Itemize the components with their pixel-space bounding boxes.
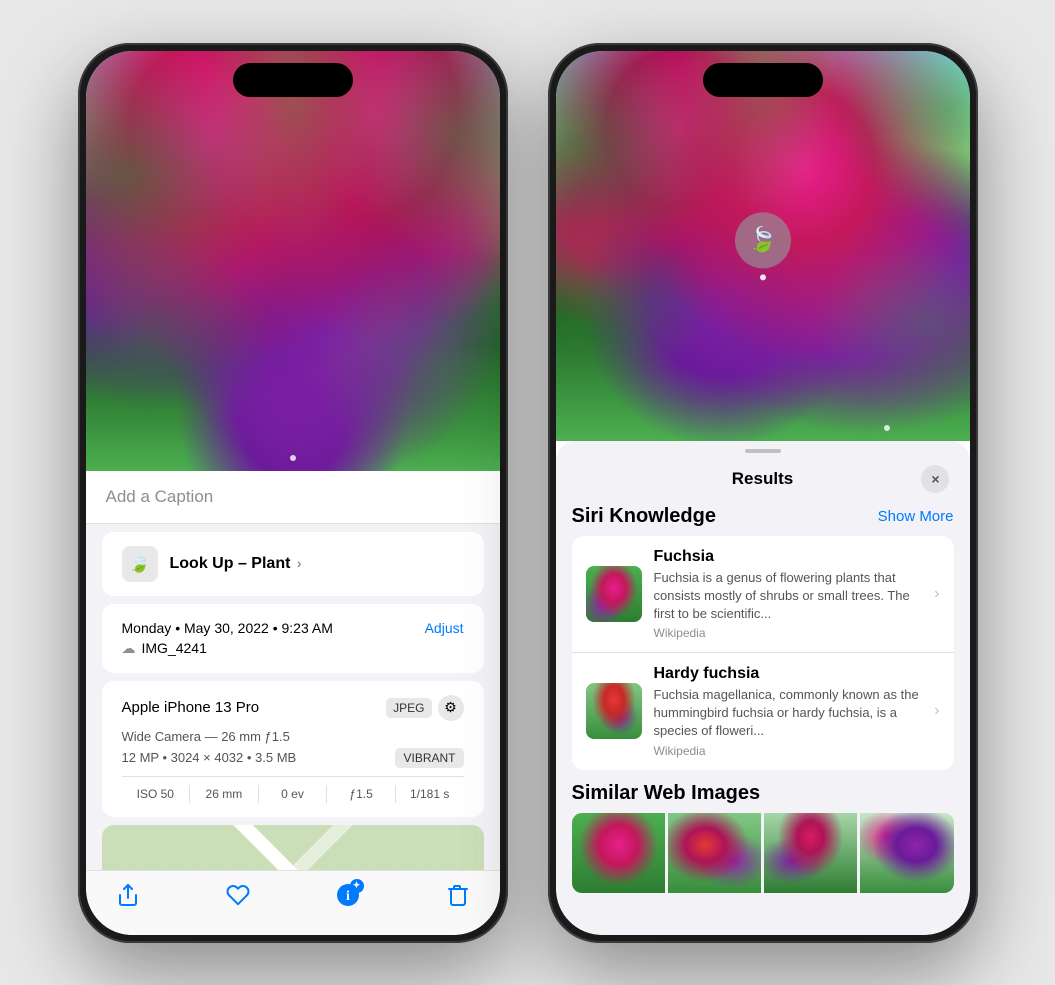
knowledge-card: Fuchsia Fuchsia is a genus of flowering …	[572, 536, 954, 770]
phone-2: 🍃 Results ×	[548, 43, 978, 943]
photo-area-2[interactable]: 🍃	[556, 51, 970, 441]
exif-ev: 0 ev	[259, 785, 328, 803]
section-header: Siri Knowledge Show More	[572, 505, 954, 528]
cloud-icon: ☁	[122, 640, 136, 657]
knowledge-item-1[interactable]: Fuchsia Fuchsia is a genus of flowering …	[572, 536, 954, 654]
filename-text: IMG_4241	[142, 640, 207, 656]
lookup-row[interactable]: 🍃 Look Up – Plant ›	[102, 532, 484, 596]
exif-iso: ISO 50	[122, 785, 191, 803]
camera-model-text: Apple iPhone 13 Pro	[122, 699, 260, 716]
exif-shutter: 1/181 s	[396, 785, 464, 803]
hardy-thumbnail	[586, 683, 642, 739]
results-header: Results ×	[556, 461, 970, 505]
caption-row[interactable]: Add a Caption	[86, 471, 500, 524]
chevron-right-icon-2: ›	[934, 702, 939, 720]
sheet-handle	[745, 449, 781, 453]
hardy-source: Wikipedia	[654, 744, 923, 758]
svg-text:i: i	[346, 889, 350, 904]
caption-placeholder[interactable]: Add a Caption	[106, 487, 214, 506]
similar-image-2[interactable]	[668, 813, 761, 893]
show-more-button[interactable]: Show More	[878, 508, 954, 525]
dynamic-island-1	[233, 63, 353, 97]
camera-detail: Wide Camera — 26 mm ƒ1.5	[122, 729, 464, 744]
hardy-title: Hardy fuchsia	[654, 665, 923, 683]
fuchsia-text: Fuchsia Fuchsia is a genus of flowering …	[654, 548, 923, 641]
fuchsia-source: Wikipedia	[654, 626, 923, 640]
page-indicator-1	[290, 455, 296, 461]
map-roads	[102, 825, 484, 870]
exif-row: ISO 50 26 mm 0 ev ƒ1.5 1/181 s	[122, 776, 464, 803]
share-button[interactable]	[116, 883, 140, 907]
similar-image-4[interactable]	[860, 813, 953, 893]
info-area: Add a Caption 🍃 Look Up – Plant ›	[86, 471, 500, 870]
dynamic-island-2	[703, 63, 823, 97]
results-title: Results	[732, 469, 793, 489]
date-text: Monday • May 30, 2022 • 9:23 AM	[122, 620, 333, 636]
leaf-icon: 🍃	[748, 225, 778, 254]
knowledge-item-2[interactable]: Hardy fuchsia Fuchsia magellanica, commo…	[572, 653, 954, 770]
fuchsia-thumbnail	[586, 566, 642, 622]
page-indicator-2	[884, 425, 890, 431]
camera-section: Apple iPhone 13 Pro JPEG ⚙ Wide Camera —…	[102, 681, 484, 817]
map-area[interactable]	[102, 825, 484, 870]
close-button[interactable]: ×	[921, 465, 949, 493]
info-badge: ✦	[350, 879, 364, 893]
similar-image-3[interactable]	[764, 813, 857, 893]
siri-dot	[760, 274, 766, 280]
exif-aperture: ƒ1.5	[327, 785, 396, 803]
chevron-right-icon-1: ›	[934, 585, 939, 603]
similar-image-1[interactable]	[572, 813, 665, 893]
toolbar: i ✦	[86, 870, 500, 935]
format-badge: JPEG	[386, 698, 431, 718]
siri-knowledge-section: Siri Knowledge Show More	[572, 505, 954, 770]
hardy-desc: Fuchsia magellanica, commonly known as t…	[654, 686, 923, 741]
similar-title: Similar Web Images	[572, 782, 954, 805]
lookup-label: Look Up – Plant ›	[170, 555, 302, 573]
siri-visual-button[interactable]: 🍃	[735, 212, 791, 268]
flower-image-1	[86, 51, 500, 471]
fuchsia-desc: Fuchsia is a genus of flowering plants t…	[654, 569, 923, 624]
adjust-button[interactable]: Adjust	[425, 620, 464, 636]
similar-section: Similar Web Images	[572, 782, 954, 893]
gear-icon[interactable]: ⚙	[438, 695, 464, 721]
results-sheet: Results × Siri Knowledge Show More	[556, 441, 970, 935]
siri-knowledge-title: Siri Knowledge	[572, 505, 716, 528]
exif-focal: 26 mm	[190, 785, 259, 803]
similar-images-grid	[572, 813, 954, 893]
lookup-icon: 🍃	[122, 546, 158, 582]
phone-1: Add a Caption 🍃 Look Up – Plant ›	[78, 43, 508, 943]
hardy-text: Hardy fuchsia Fuchsia magellanica, commo…	[654, 665, 923, 758]
info-button[interactable]: i ✦	[336, 883, 360, 907]
date-section: Monday • May 30, 2022 • 9:23 AM Adjust ☁…	[102, 604, 484, 673]
photo-area-1[interactable]	[86, 51, 500, 471]
lookup-arrow: ›	[297, 555, 302, 571]
delete-button[interactable]	[446, 883, 470, 907]
fuchsia-title: Fuchsia	[654, 548, 923, 566]
mp-info: 12 MP • 3024 × 4032 • 3.5 MB	[122, 750, 297, 765]
vibrant-badge: VIBRANT	[395, 748, 463, 768]
favorite-button[interactable]	[226, 883, 250, 907]
